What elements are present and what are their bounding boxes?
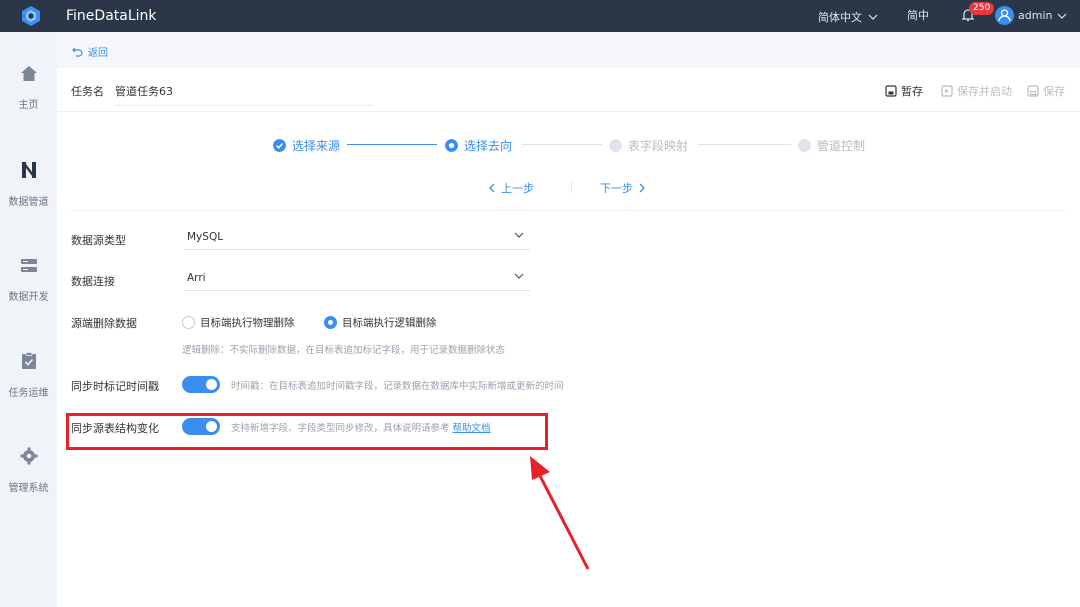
radio-circle bbox=[182, 316, 195, 329]
timestamp-label: 同步时标记时间戳 bbox=[71, 380, 159, 393]
step-connector bbox=[347, 144, 437, 145]
sidebar-item-home[interactable]: 主页 bbox=[0, 65, 57, 111]
connection-value: Arri bbox=[187, 272, 206, 284]
back-link[interactable]: 返回 bbox=[72, 44, 108, 59]
simplified-toggle[interactable]: 简中 bbox=[907, 7, 929, 23]
connection-select[interactable]: Arri bbox=[184, 269, 530, 291]
top-bar: FineDataLink 简体中文 简中 250 admin bbox=[0, 0, 1080, 32]
step-label: 管道控制 bbox=[817, 139, 866, 153]
sidebar-item-dev[interactable]: 数据开发 bbox=[0, 258, 57, 303]
step-field-mapping[interactable]: 表字段映射 bbox=[609, 137, 688, 154]
annotation-arrow-icon bbox=[530, 456, 590, 570]
step-nav-divider bbox=[571, 181, 572, 193]
timestamp-toggle[interactable] bbox=[182, 376, 220, 393]
avatar[interactable] bbox=[995, 6, 1014, 25]
header-divider bbox=[57, 111, 1080, 112]
clipboard-check-icon bbox=[21, 352, 36, 369]
user-menu[interactable]: admin bbox=[1018, 9, 1067, 22]
check-circle-icon bbox=[273, 139, 286, 152]
connection-label: 数据连接 bbox=[71, 275, 115, 288]
draft-icon bbox=[885, 85, 897, 97]
step-label: 选择去向 bbox=[464, 139, 513, 153]
language-label: 简体中文 bbox=[818, 11, 862, 24]
dev-icon bbox=[20, 259, 37, 272]
source-type-value: MySQL bbox=[187, 231, 224, 243]
save-start-icon bbox=[941, 85, 953, 97]
chevron-right-icon bbox=[639, 183, 645, 193]
step-pipeline-control[interactable]: 管道控制 bbox=[798, 137, 865, 154]
source-type-label: 数据源类型 bbox=[71, 234, 126, 247]
source-type-select[interactable]: MySQL bbox=[184, 228, 530, 250]
logical-delete-hint: 逻辑删除：不实际删除数据，在目标表追加标记字段，用于记录数据删除状态 bbox=[182, 345, 506, 356]
task-name-label: 任务名 bbox=[71, 85, 104, 98]
step-connector bbox=[522, 144, 602, 145]
sidebar: 主页 数据管道 数据开发 任务运维 管理系统 bbox=[0, 32, 57, 607]
chevron-down-icon bbox=[1058, 13, 1067, 19]
undo-arrow-icon bbox=[72, 47, 83, 57]
chevron-left-icon bbox=[489, 183, 495, 193]
active-step-icon bbox=[445, 139, 458, 152]
step-connector bbox=[698, 144, 791, 145]
save-icon bbox=[1027, 85, 1039, 97]
gear-icon bbox=[20, 447, 37, 465]
back-label: 返回 bbox=[88, 48, 108, 59]
save-label: 保存 bbox=[1043, 85, 1065, 98]
step-select-source[interactable]: 选择来源 bbox=[273, 137, 340, 154]
sidebar-item-ops[interactable]: 任务运维 bbox=[0, 352, 57, 399]
step-select-target[interactable]: 选择去向 bbox=[445, 137, 512, 154]
sidebar-item-pipeline[interactable]: 数据管道 bbox=[0, 161, 57, 208]
sidebar-item-label: 数据开发 bbox=[8, 292, 49, 303]
user-icon bbox=[998, 9, 1011, 22]
save-and-start-button[interactable]: 保存并启动 bbox=[941, 83, 1012, 99]
save-and-start-label: 保存并启动 bbox=[957, 85, 1012, 98]
radio-label: 目标端执行物理删除 bbox=[200, 317, 295, 329]
step-label: 表字段映射 bbox=[628, 139, 689, 153]
chevron-down-icon bbox=[868, 14, 878, 20]
timestamp-hint: 时间戳：在目标表追加时间戳字段，记录数据在数据库中实际新增或更新的时间 bbox=[231, 381, 564, 392]
app-title: FineDataLink bbox=[66, 8, 157, 24]
pending-step-icon bbox=[609, 139, 622, 152]
app-logo-icon[interactable] bbox=[20, 5, 42, 27]
pipeline-icon bbox=[21, 162, 36, 178]
chevron-down-icon bbox=[514, 273, 524, 279]
sidebar-item-label: 管理系统 bbox=[8, 483, 49, 494]
language-selector[interactable]: 简体中文 bbox=[818, 9, 878, 25]
radio-label: 目标端执行逻辑删除 bbox=[342, 317, 437, 329]
previous-step-label: 上一步 bbox=[501, 182, 534, 195]
save-draft-button[interactable]: 暂存 bbox=[885, 83, 923, 99]
task-name-input[interactable]: 管道任务63 bbox=[115, 83, 373, 106]
annotation-highlight-box bbox=[66, 413, 548, 450]
sidebar-item-label: 主页 bbox=[18, 100, 39, 111]
sidebar-item-admin[interactable]: 管理系统 bbox=[0, 447, 57, 494]
notification-badge: 250 bbox=[969, 2, 995, 15]
chevron-down-icon bbox=[514, 232, 524, 238]
home-icon bbox=[20, 66, 37, 81]
radio-circle-selected bbox=[324, 316, 337, 329]
sidebar-item-label: 数据管道 bbox=[8, 197, 49, 208]
form-divider bbox=[71, 210, 1066, 211]
previous-step-button[interactable]: 上一步 bbox=[489, 180, 534, 196]
sidebar-item-label: 任务运维 bbox=[8, 388, 49, 399]
save-draft-label: 暂存 bbox=[901, 85, 923, 98]
next-step-label: 下一步 bbox=[600, 182, 633, 195]
user-name: admin bbox=[1018, 9, 1053, 22]
logical-delete-radio[interactable]: 目标端执行逻辑删除 bbox=[324, 315, 437, 330]
next-step-button[interactable]: 下一步 bbox=[600, 180, 645, 196]
delete-mode-label: 源端删除数据 bbox=[71, 317, 137, 330]
step-label: 选择来源 bbox=[292, 139, 341, 153]
save-button[interactable]: 保存 bbox=[1027, 83, 1065, 99]
physical-delete-radio[interactable]: 目标端执行物理删除 bbox=[182, 315, 295, 330]
pending-step-icon bbox=[798, 139, 811, 152]
